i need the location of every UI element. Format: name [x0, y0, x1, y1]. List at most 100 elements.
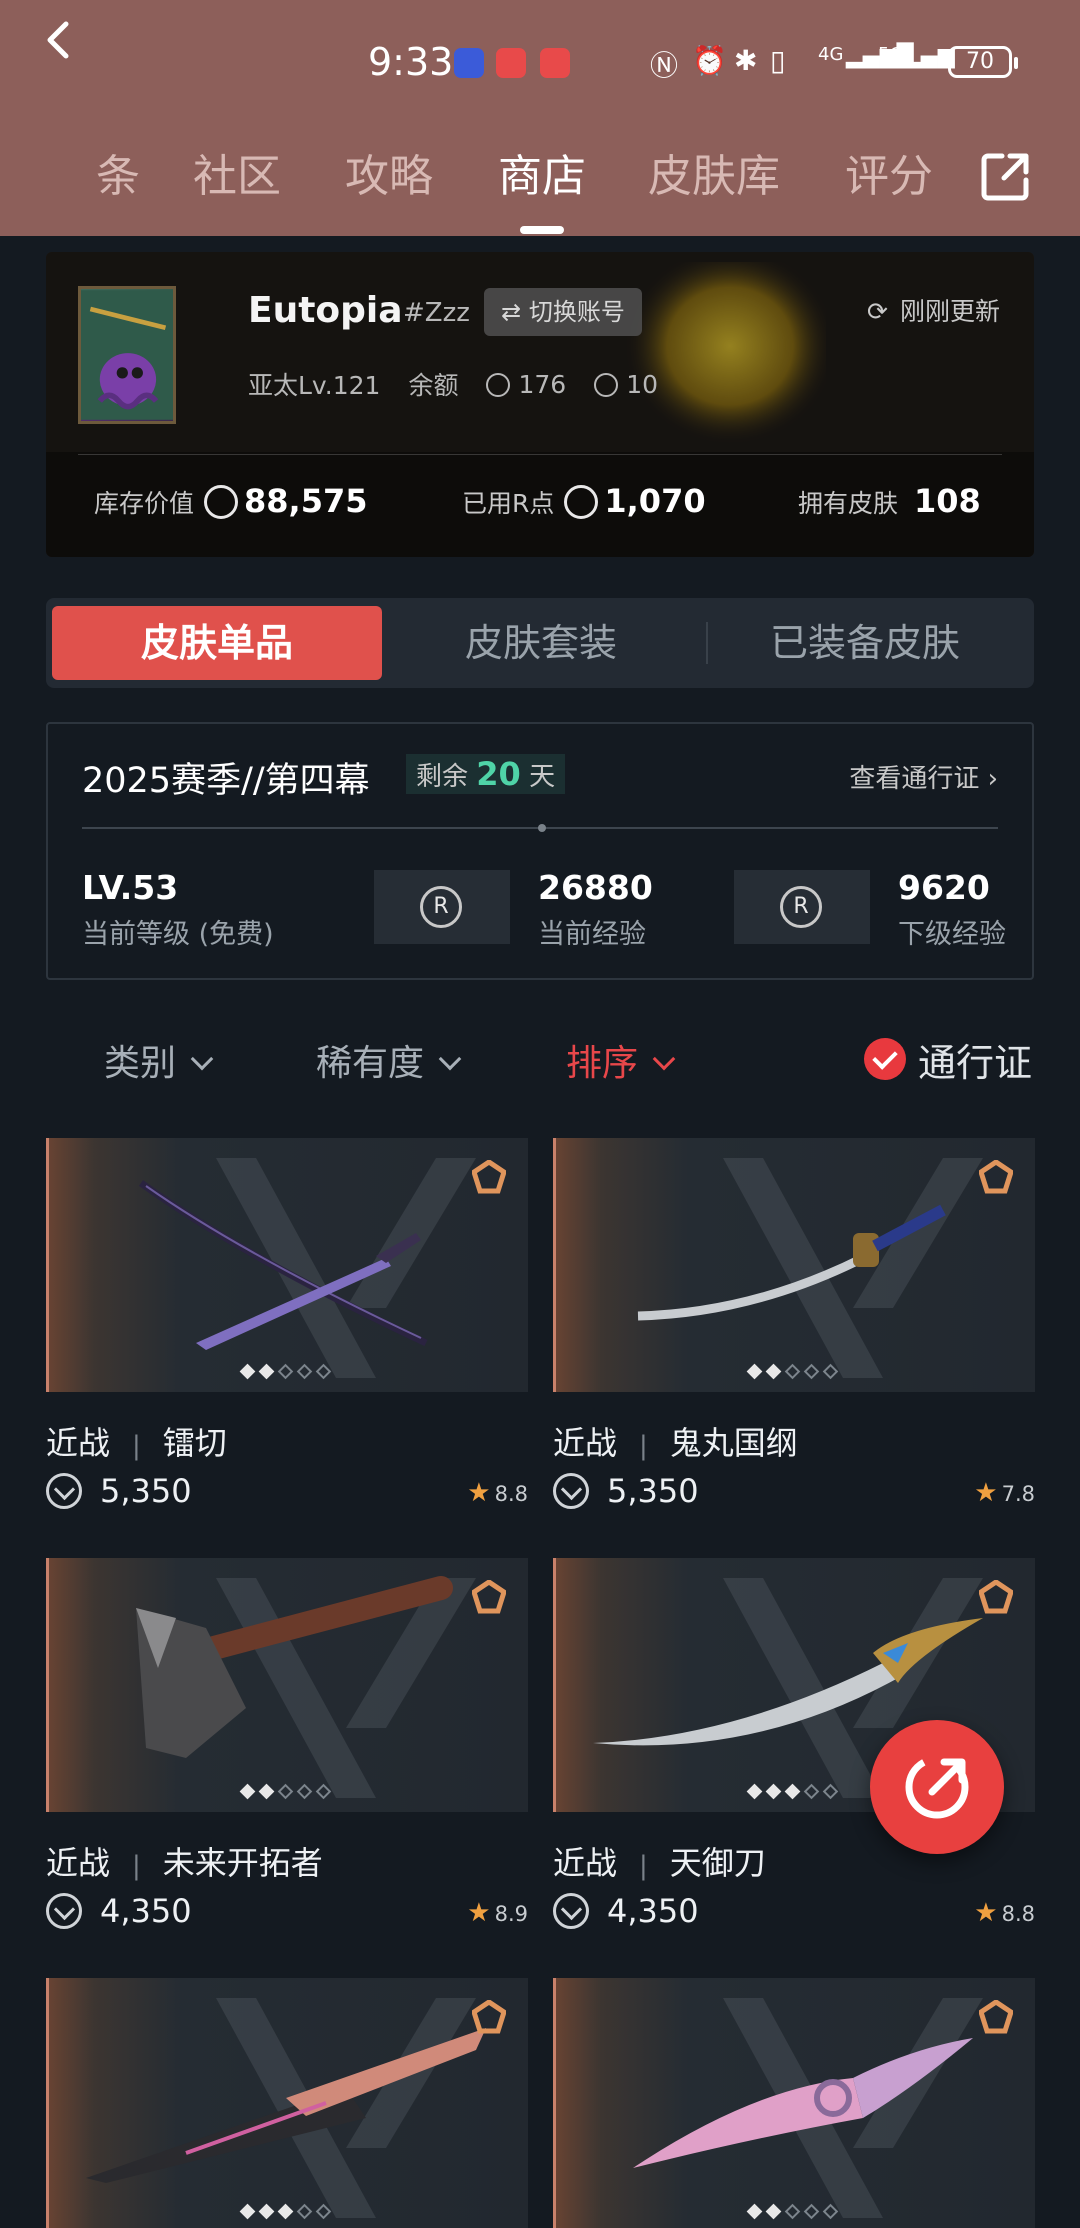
season-title: 2025赛季//第四幕 [82, 761, 370, 801]
refresh-icon: ⟳ [867, 297, 888, 326]
star-icon: ★ [974, 1478, 998, 1508]
app-header: 9:33 Ⓝ ⏰ ✱ ▯ 4G ▂▄▆█ 5G ▂▄▆ 70 条 社区 攻略 商… [0, 0, 1080, 236]
vp-icon [46, 1893, 82, 1929]
r-icon [564, 485, 599, 519]
pass-checkbox[interactable] [864, 1038, 906, 1080]
r-icon [594, 372, 619, 397]
profile-divider [78, 454, 1002, 455]
vibrate-icon: ▯ [770, 44, 786, 77]
segment-single-skins[interactable]: 皮肤单品 [52, 606, 382, 680]
star-icon: ★ [467, 1478, 491, 1508]
r-balance: 10 [594, 370, 658, 399]
region-level: 亚太Lv.121 [248, 371, 381, 400]
profile-stats: 库存价值 88,575 已用R点 1,070 拥有皮肤 108 [94, 482, 994, 532]
skin-card[interactable]: 近战 | 镭切 5,350 ★ 8.8 [46, 1138, 528, 1510]
notification-book-icon [496, 48, 526, 78]
player-name: Eutopia [248, 290, 403, 331]
current-level: LV.53 [82, 868, 179, 907]
skin-card[interactable]: 近战 | 未来开拓者 4,350 ★ 8.9 [46, 1558, 528, 1930]
weapon-image [637, 1204, 946, 1321]
vp-icon [553, 1473, 589, 1509]
skin-rating: ★ 7.8 [974, 1478, 1035, 1508]
clock: 9:33 [368, 40, 454, 84]
signal-5g-icon: 5G [878, 44, 904, 65]
avatar[interactable] [78, 286, 176, 424]
current-exp-label: 当前经验 [538, 919, 646, 950]
pass-filter-label[interactable]: 通行证 [918, 1032, 1032, 1087]
profile-card: Eutopia #Zzz ⇄ 切换账号 ⟳ 刚刚更新 亚太Lv.121 余额 17… [46, 252, 1034, 557]
tab-community[interactable]: 社区 [193, 140, 281, 204]
skin-rating: ★ 8.8 [974, 1898, 1035, 1928]
variant-dots [746, 1363, 839, 1380]
skin-image [553, 1978, 1035, 2228]
weapon-image [136, 1576, 453, 1758]
star-icon: ★ [974, 1898, 998, 1928]
next-exp-label: 下级经验 [898, 919, 1006, 950]
skin-price: 5,350 [553, 1472, 699, 1510]
battle-pass-card: 2025赛季//第四幕 剩余 20 天 查看通行证 › LV.53 当前等级 (… [46, 722, 1034, 980]
balance-label: 余额 [408, 371, 459, 400]
tab-previous[interactable]: 条 [96, 140, 140, 204]
weapon-image [633, 2038, 973, 2168]
tier-icon [979, 2000, 1013, 2034]
active-tab-indicator [520, 226, 564, 234]
tab-ratings[interactable]: 评分 [845, 140, 933, 204]
skin-title: 近战 | 未来开拓者 [46, 1844, 323, 1882]
refresh-status[interactable]: ⟳ 刚刚更新 [867, 292, 1000, 328]
weapon-image [86, 2028, 486, 2183]
tab-skin-library[interactable]: 皮肤库 [648, 140, 780, 204]
share-icon[interactable] [980, 150, 1032, 202]
segment-skin-bundles[interactable]: 皮肤套装 [376, 606, 706, 680]
skin-image [46, 1978, 528, 2228]
skin-price: 5,350 [46, 1472, 192, 1510]
view-pass-link[interactable]: 查看通行证 › [849, 758, 998, 795]
refresh-label: 刚刚更新 [899, 297, 1000, 326]
chevron-down-icon [190, 1047, 214, 1071]
skin-image [46, 1558, 528, 1812]
vp-icon [46, 1473, 82, 1509]
chevron-down-icon [652, 1047, 676, 1071]
skin-card[interactable] [46, 1978, 528, 2228]
floating-share-button[interactable] [870, 1720, 1004, 1854]
notification-app-icon [454, 48, 484, 78]
skin-title: 近战 | 镭切 [46, 1424, 227, 1462]
variant-dots [746, 2203, 839, 2220]
r-icon: R [420, 886, 462, 928]
top-nav: 条 社区 攻略 商店 皮肤库 评分 [0, 130, 1080, 210]
star-icon: ★ [467, 1898, 491, 1928]
alarm-icon: ⏰ [692, 44, 727, 77]
status-bar: 9:33 Ⓝ ⏰ ✱ ▯ 4G ▂▄▆█ 5G ▂▄▆ 70 [0, 40, 1080, 90]
variant-dots [239, 1363, 332, 1380]
skin-rating: ★ 8.8 [467, 1478, 528, 1508]
skin-card[interactable]: 近战 | 鬼丸国纲 5,350 ★ 7.8 [553, 1138, 1035, 1510]
switch-account-button[interactable]: ⇄ 切换账号 [484, 288, 642, 336]
current-exp: 26880 [538, 868, 653, 907]
next-exp: 9620 [898, 868, 990, 907]
used-r-stat: 已用R点 1,070 [462, 482, 706, 520]
skin-price: 4,350 [553, 1892, 699, 1930]
tab-guides[interactable]: 攻略 [345, 140, 433, 204]
current-exp-icon-box: R [374, 870, 510, 944]
owned-skins-stat: 拥有皮肤 108 [798, 482, 981, 520]
weapon-image [138, 1180, 428, 1350]
tier-icon [472, 2000, 506, 2034]
share-icon [905, 1755, 969, 1819]
skin-type-segmented-control: 皮肤单品 皮肤套装 已装备皮肤 [46, 598, 1034, 688]
skin-card[interactable] [553, 1978, 1035, 2228]
category-filter[interactable]: 类别 [104, 1034, 214, 1086]
rarity-filter[interactable]: 稀有度 [316, 1034, 462, 1086]
signal-4g-icon: 4G [818, 44, 844, 65]
variant-dots [746, 1783, 839, 1800]
segment-equipped-skins[interactable]: 已装备皮肤 [700, 606, 1030, 680]
next-exp-icon-box: R [734, 870, 870, 944]
vp-balance: 176 [486, 370, 566, 399]
vp-icon [204, 485, 239, 519]
back-icon[interactable] [40, 20, 80, 60]
variant-dots [239, 2203, 332, 2220]
tab-shop[interactable]: 商店 [498, 140, 586, 204]
vp-icon [553, 1893, 589, 1929]
notification-book-icon-2 [540, 48, 570, 78]
tier-icon [472, 1160, 506, 1194]
skin-image [46, 1138, 528, 1392]
sort-filter[interactable]: 排序 [566, 1034, 676, 1086]
